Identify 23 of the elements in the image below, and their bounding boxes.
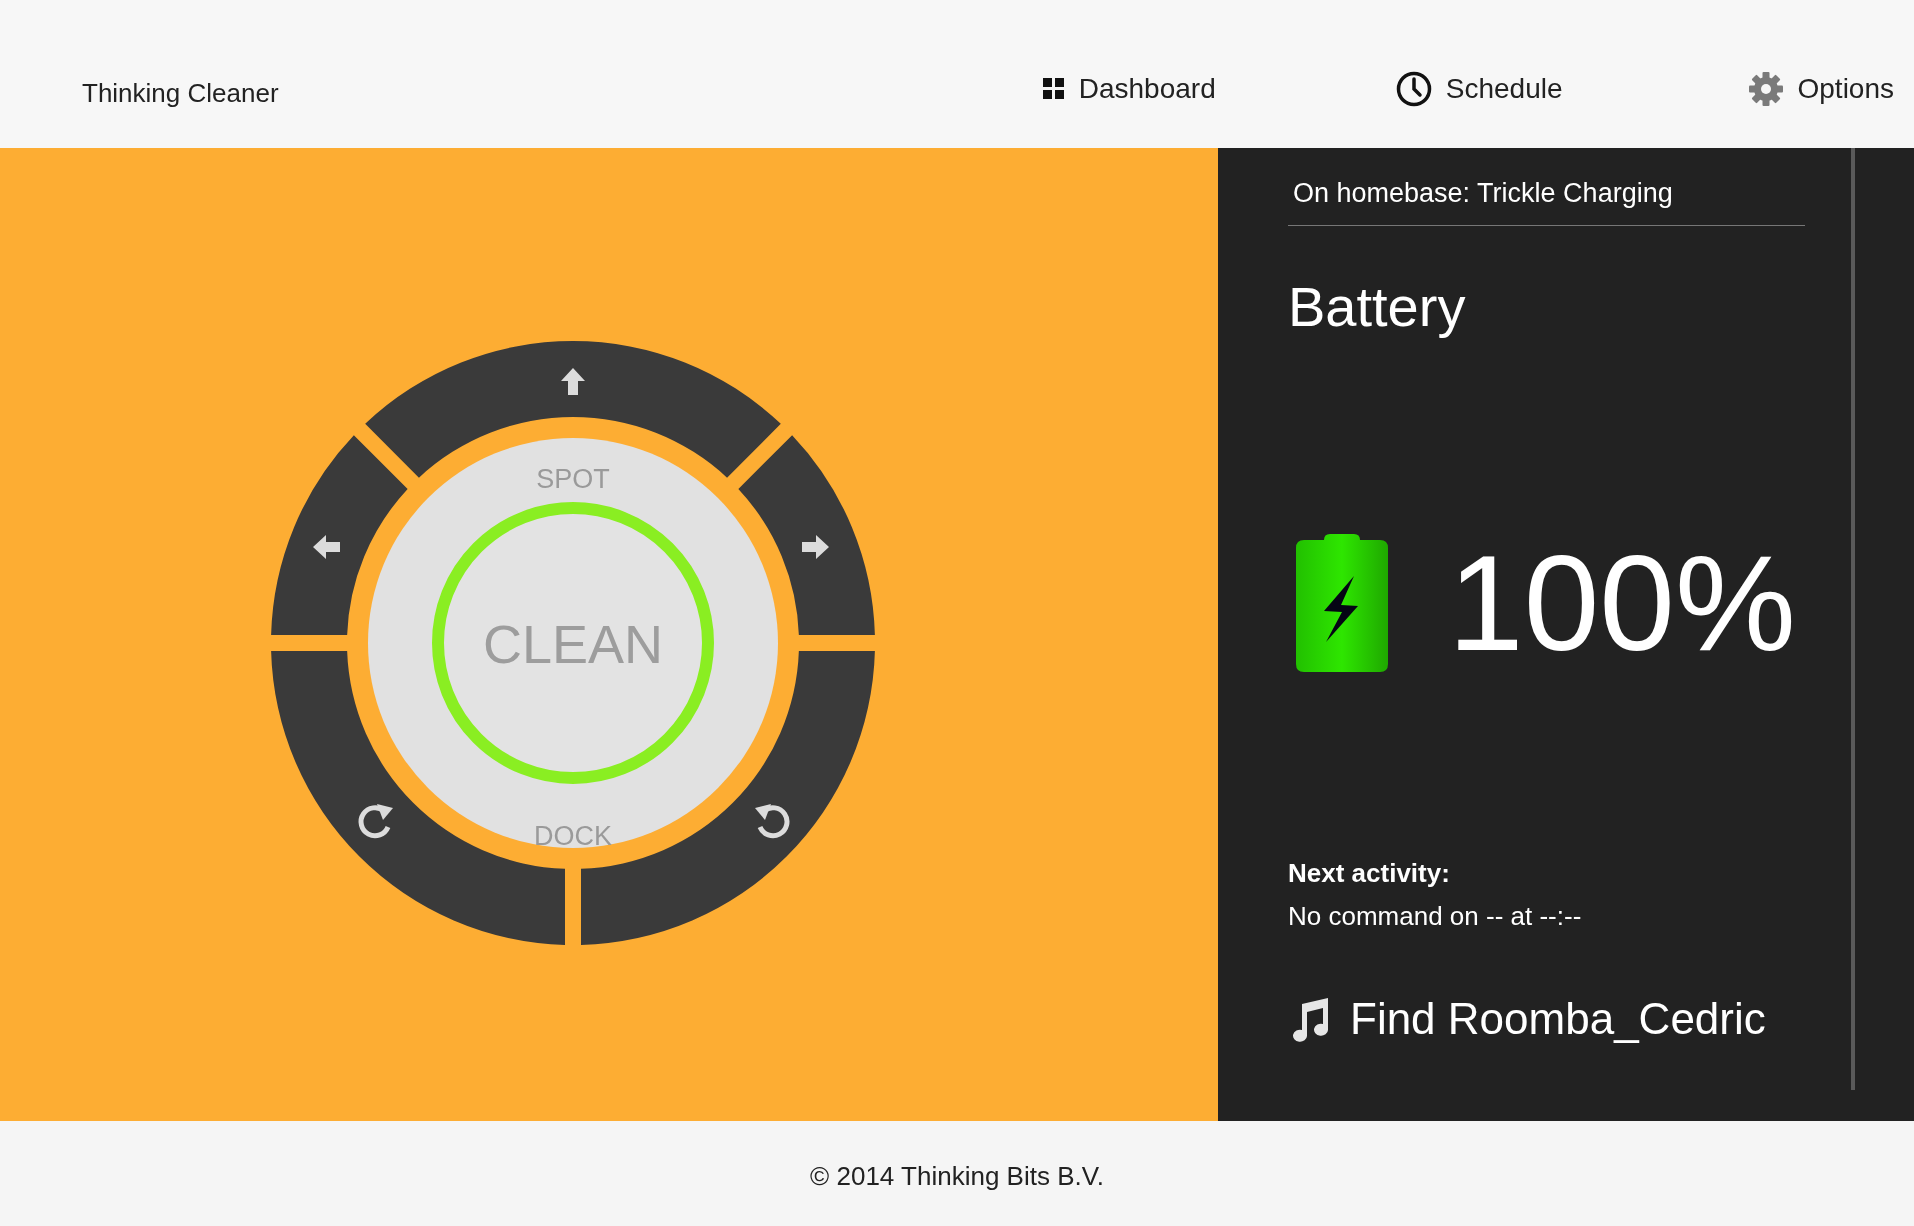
arrow-right-icon bbox=[802, 535, 829, 559]
status-text: On homebase: Trickle Charging bbox=[1288, 178, 1805, 226]
battery-heading: Battery bbox=[1288, 274, 1466, 339]
arrow-left-icon bbox=[313, 535, 340, 559]
right-button[interactable] bbox=[738, 435, 875, 635]
left-button[interactable] bbox=[271, 435, 408, 635]
arrow-up-icon bbox=[561, 368, 585, 395]
rotate-clockwise-icon bbox=[358, 804, 393, 839]
settings-icon bbox=[1747, 71, 1784, 107]
music-note-icon bbox=[1290, 996, 1330, 1042]
find-robot-link[interactable]: Find Roomba_Cedric bbox=[1288, 994, 1766, 1044]
next-activity-value: No command on -- at --:-- bbox=[1288, 901, 1582, 932]
rotate-counterclockwise-icon bbox=[755, 804, 790, 839]
nav-link[interactable]: Dashboard bbox=[1042, 71, 1216, 107]
battery-percentage: 100% bbox=[1448, 535, 1796, 671]
grid-icon bbox=[1042, 78, 1065, 100]
nav-link[interactable]: Options bbox=[1747, 71, 1894, 107]
copyright-text: © 2014 Thinking Bits B.V. bbox=[810, 1161, 1104, 1192]
clock-icon bbox=[1395, 71, 1432, 107]
brand-name: Thinking Cleaner bbox=[82, 77, 279, 109]
next-activity-label: Next activity: bbox=[1288, 858, 1450, 889]
battery-charging-icon bbox=[1296, 534, 1388, 672]
nav-link[interactable]: Schedule bbox=[1395, 71, 1563, 107]
